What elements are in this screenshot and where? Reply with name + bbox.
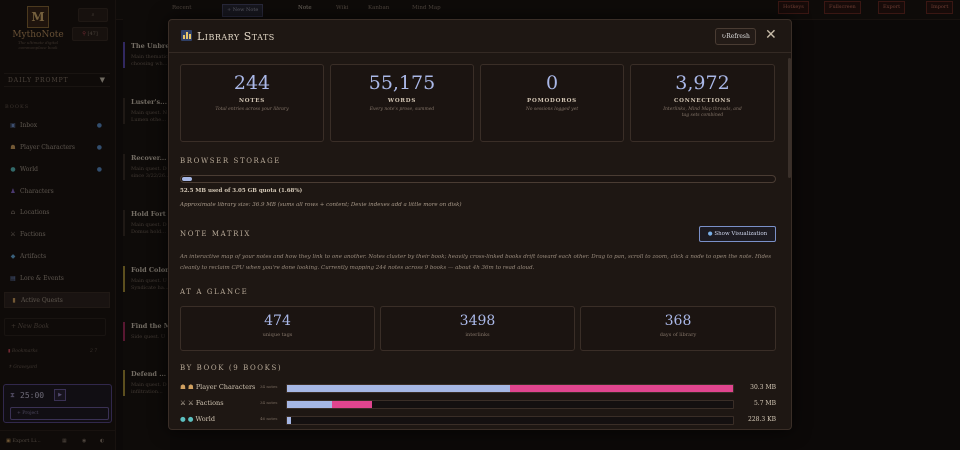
book-row: ● ● World 46 notes 228.3 KB — [180, 415, 776, 427]
glance-label: days of library — [659, 332, 697, 338]
show-visualization-label: Show Visualization — [714, 231, 768, 237]
glance-label: unique tags — [262, 332, 293, 338]
book-row-size: 228.3 KB — [748, 416, 776, 423]
refresh-label: Refresh — [726, 33, 750, 40]
stat-card-words: 55,175 WORDS Every note's prose, summed — [330, 64, 474, 142]
book-row-name: ⚔ ⚔ Factions — [180, 399, 224, 407]
app-shell: Recent + New Note Note Wiki Kanban Mind … — [0, 0, 960, 450]
modal-header: Library Stats ↻Refresh ✕ — [169, 20, 791, 53]
note-matrix-description: An interactive map of your notes and how… — [180, 254, 772, 271]
stat-description: Total entries across your library — [215, 107, 289, 112]
stat-description: Every note's prose, summed — [369, 107, 435, 112]
book-row-size: 5.7 MB — [753, 400, 776, 407]
book-row-label: Player Characters — [195, 383, 256, 391]
refresh-button[interactable]: ↻Refresh — [715, 28, 756, 45]
bar-segment-a — [287, 385, 510, 392]
book-row-label: World — [195, 415, 216, 423]
close-icon[interactable]: ✕ — [765, 28, 777, 42]
book-row-bar — [286, 400, 734, 409]
book-row: ☗ ☗ Player Characters 34 notes 30.3 MB — [180, 383, 776, 395]
bar-segment-b — [331, 401, 372, 408]
glance-value: 368 — [664, 313, 692, 329]
glance-card-interlinks: 3498 interlinks — [380, 306, 575, 351]
stat-value: 244 — [233, 72, 271, 94]
glance-value: 3498 — [459, 313, 496, 329]
stat-description: No sessions logged yet — [525, 107, 579, 112]
book-row-label: Factions — [195, 399, 224, 407]
swords-icon: ⚔ ⚔ — [180, 399, 194, 407]
bar-segment-a — [287, 417, 291, 424]
stat-label: WORDS — [387, 98, 417, 104]
stat-card-connections: 3,972 CONNECTIONS Interlinks, Mind Map t… — [630, 64, 775, 142]
note-matrix-heading: NOTE MATRIX — [180, 230, 251, 238]
glance-card-days: 368 days of library — [580, 306, 776, 351]
storage-heading: BROWSER STORAGE — [180, 157, 281, 165]
glance-value: 474 — [264, 313, 291, 329]
bar-segment-b — [510, 385, 733, 392]
library-stats-modal: Library Stats ↻Refresh ✕ 244 NOTES Total… — [168, 19, 792, 430]
book-row-size: 30.3 MB — [750, 384, 776, 391]
bar-chart-icon — [181, 30, 192, 41]
stat-value: 55,175 — [368, 72, 436, 94]
show-visualization-button[interactable]: ● Show Visualization — [699, 226, 776, 242]
globe-icon: ● ● — [180, 415, 194, 423]
book-row-count: 34 notes — [260, 400, 278, 405]
bar-segment-a — [287, 401, 332, 408]
globe-icon: ● — [707, 231, 713, 237]
stat-label: NOTES — [238, 98, 266, 104]
stat-label: CONNECTIONS — [673, 98, 732, 104]
at-a-glance-heading: AT A GLANCE — [180, 288, 249, 296]
stat-value: 0 — [545, 72, 559, 94]
glance-card-tags: 474 unique tags — [180, 306, 375, 351]
stat-card-notes: 244 NOTES Total entries across your libr… — [180, 64, 324, 142]
glance-label: interlinks — [465, 332, 490, 338]
book-row-name: ● ● World — [180, 415, 215, 423]
modal-title: Library Stats — [197, 30, 275, 43]
book-row-count: 46 notes — [260, 416, 278, 421]
storage-note: Approximate library size: 36.9 MB (sums … — [180, 202, 462, 208]
scrollbar[interactable] — [788, 58, 791, 178]
stat-label: POMODOROS — [527, 98, 577, 104]
book-row-bar — [286, 416, 734, 425]
stat-card-pomodoros: 0 POMODOROS No sessions logged yet — [480, 64, 624, 142]
characters-icon: ☗ ☗ — [180, 383, 194, 391]
storage-bar-fill — [182, 177, 192, 181]
book-row: ⚔ ⚔ Factions 34 notes 5.7 MB — [180, 399, 776, 411]
stat-description: Interlinks, Mind Map threads, and tag se… — [663, 107, 742, 118]
book-row-bar — [286, 384, 734, 393]
book-row-count: 34 notes — [260, 384, 278, 389]
stat-value: 3,972 — [675, 72, 730, 94]
by-book-heading: BY BOOK (9 BOOKS) — [180, 364, 283, 372]
storage-bar — [180, 175, 776, 183]
storage-usage: 52.5 MB used of 3.05 GB quota (1.68%) — [180, 188, 303, 194]
book-row-name: ☗ ☗ Player Characters — [180, 383, 255, 391]
